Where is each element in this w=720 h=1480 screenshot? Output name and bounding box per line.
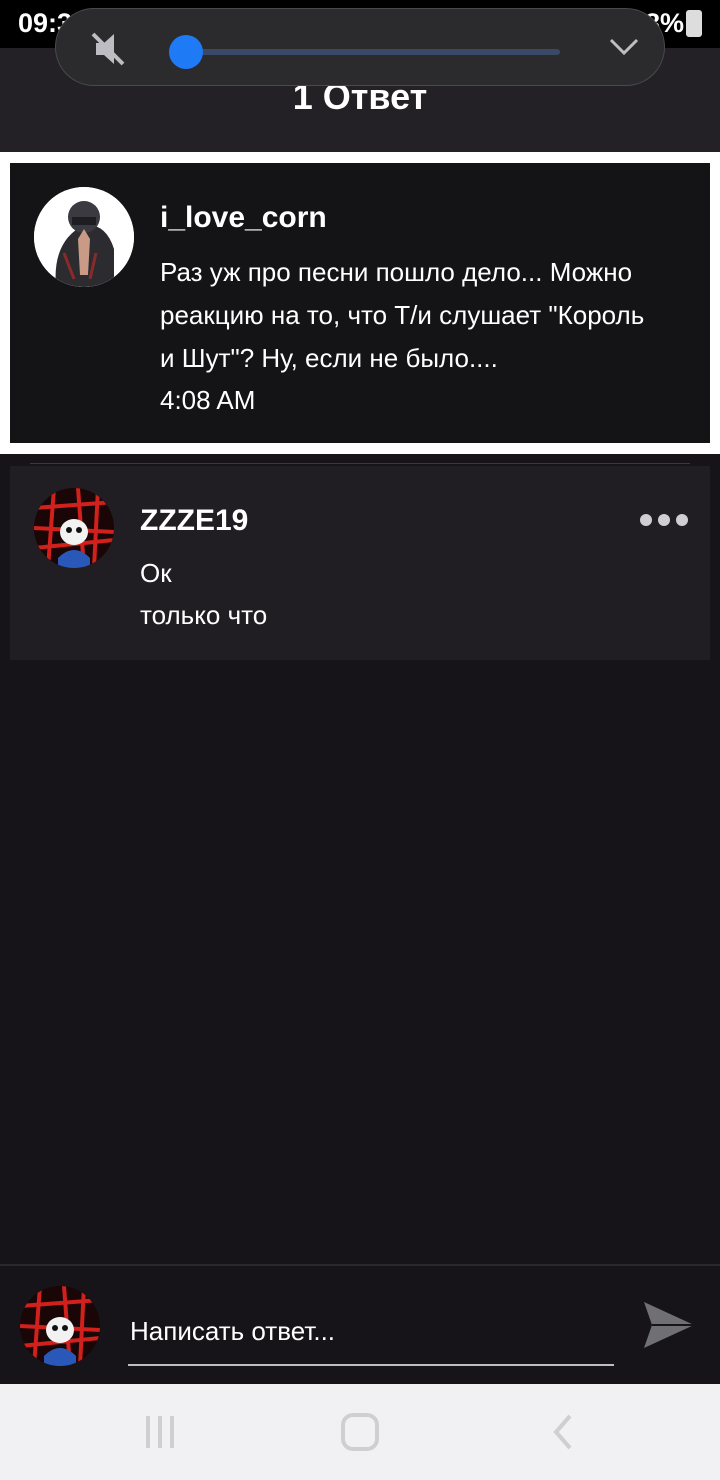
comment-timestamp: 4:08 AM <box>160 385 256 415</box>
send-icon[interactable] <box>640 1296 698 1354</box>
parent-comment: i_love_corn Раз уж про песни пошло дело.… <box>10 163 710 443</box>
avatar-image <box>34 187 134 287</box>
divider <box>30 463 690 464</box>
reply-composer <box>0 1264 720 1386</box>
back-icon[interactable] <box>544 1412 584 1452</box>
reply-author[interactable]: ZZZE19 <box>140 504 248 538</box>
mute-icon[interactable] <box>90 31 130 67</box>
reply-input[interactable] <box>128 1298 614 1366</box>
volume-slider-knob[interactable] <box>168 35 203 69</box>
avatar[interactable] <box>34 187 134 287</box>
volume-panel <box>55 8 665 86</box>
battery-icon <box>686 10 702 37</box>
reply-timestamp: только что <box>140 600 268 630</box>
recents-icon[interactable] <box>140 1412 180 1452</box>
more-icon[interactable] <box>640 514 688 526</box>
reply-card: ZZZE19 Ок только что <box>10 466 710 660</box>
avatar-image <box>20 1286 100 1366</box>
comment-text: и Шут"? Ну, если не было.... <box>160 343 498 373</box>
chevron-down-icon[interactable] <box>608 37 640 57</box>
avatar[interactable] <box>34 488 114 568</box>
reply-text: Ок <box>140 558 172 588</box>
comment-text: Раз уж про песни пошло дело... Можно <box>160 257 633 287</box>
comment-author[interactable]: i_love_corn <box>160 201 327 235</box>
volume-slider[interactable] <box>168 35 560 69</box>
avatar-image <box>34 488 114 568</box>
avatar[interactable] <box>20 1286 100 1366</box>
home-icon[interactable] <box>340 1412 380 1452</box>
comment-text: реакцию на то, что Т/и слушает "Король <box>160 300 645 330</box>
system-nav-bar <box>0 1384 720 1480</box>
